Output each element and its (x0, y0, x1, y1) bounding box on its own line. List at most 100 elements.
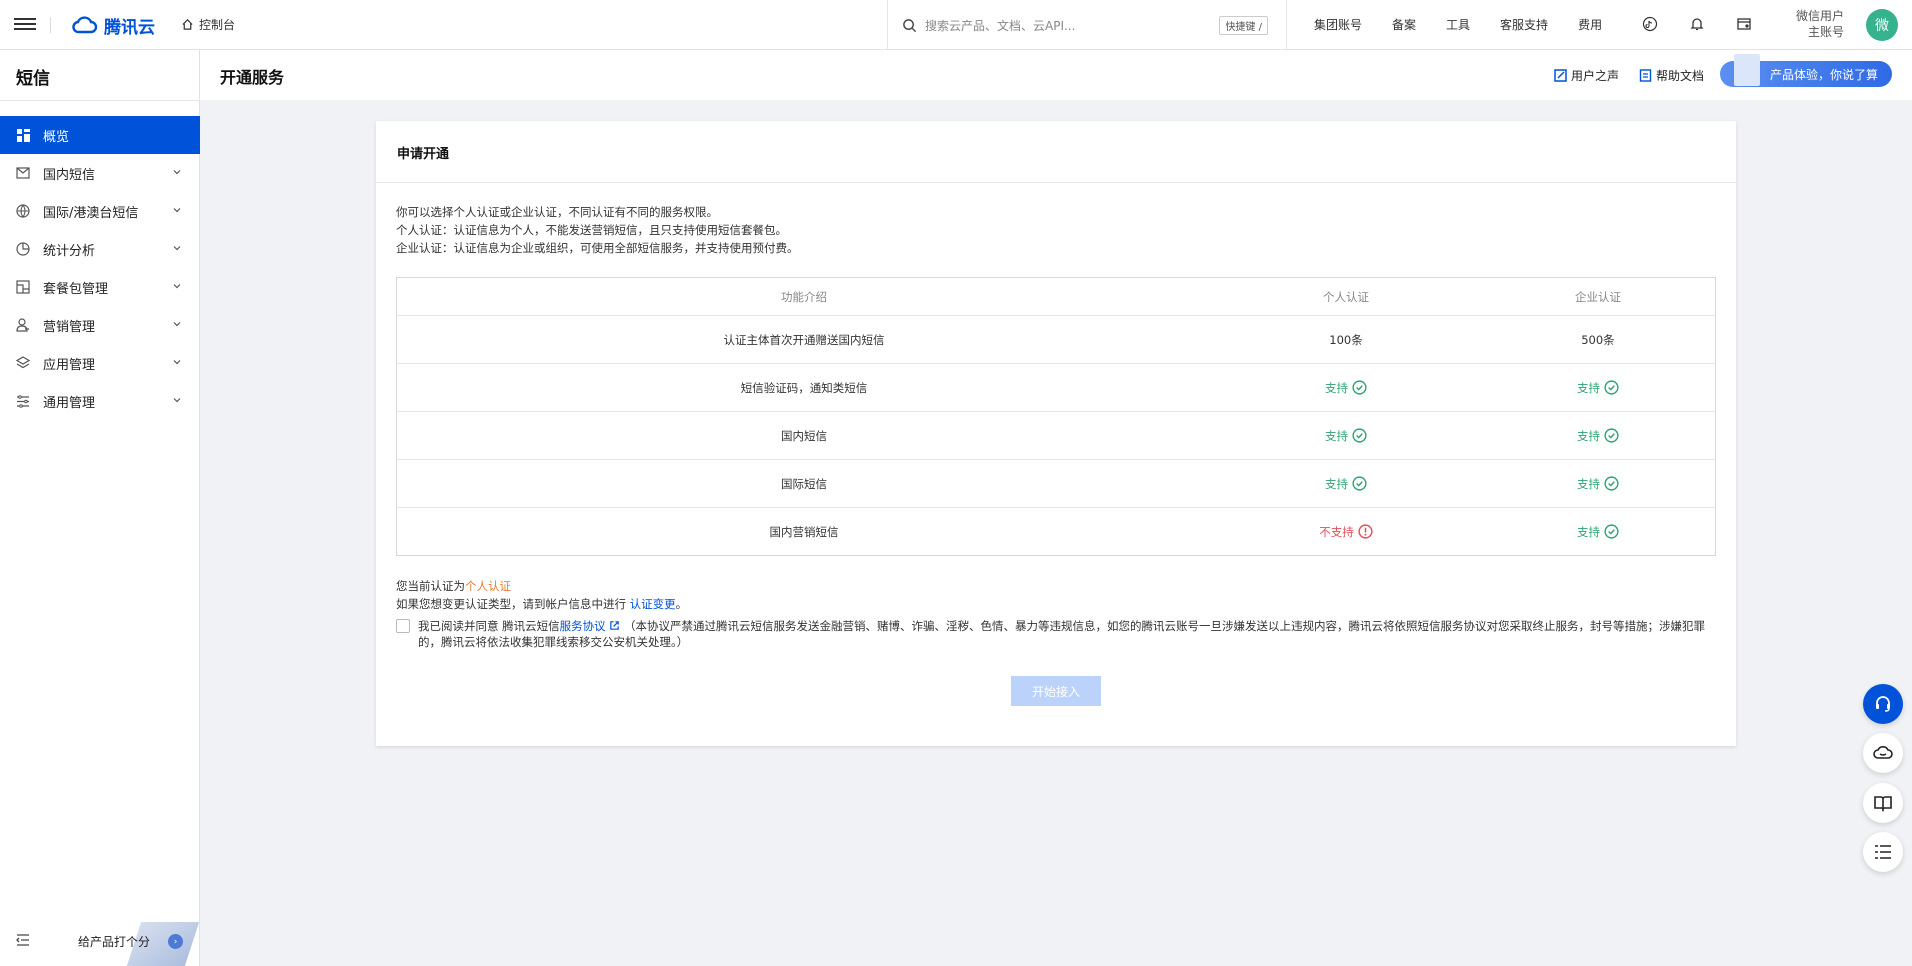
current-auth-type: 个人认证 (465, 579, 511, 593)
personal-cell: 不支持 (1211, 507, 1481, 556)
column-header: 个人认证 (1211, 277, 1481, 316)
divider (0, 100, 200, 101)
chevron-down-icon (173, 208, 181, 213)
change-auth-line: 如果您想变更认证类型，请到帐户信息中进行 认证变更。 (396, 595, 687, 613)
rating-arrow-icon[interactable]: › (168, 934, 183, 949)
console-link[interactable]: 控制台 (181, 16, 235, 33)
billing-link[interactable]: 费用 (1578, 16, 1602, 33)
apply-card: 申请开通 你可以选择个人认证或企业认证，不同认证有不同的服务权限。 个人认证：认… (376, 121, 1736, 746)
top-icons (1641, 15, 1753, 33)
user-voice-label: 用户之声 (1571, 69, 1620, 83)
chevron-down-icon (173, 398, 181, 403)
package-icon (16, 280, 30, 294)
document-icon (1639, 69, 1652, 82)
comparison-table: 功能介绍 个人认证 企业认证 认证主体首次开通赠送国内短信 100条 500条 … (396, 277, 1716, 556)
table-row: 认证主体首次开通赠送国内短信 100条 500条 (396, 315, 1716, 364)
table-header-row: 功能介绍 个人认证 企业认证 (396, 277, 1716, 316)
user-info[interactable]: 微信用户 主账号 (1790, 8, 1844, 40)
sidebar-item-domestic-sms[interactable]: 国内短信 (0, 154, 200, 192)
sidebar-item-label: 国内短信 (43, 167, 96, 183)
sidebar-item-general[interactable]: 通用管理 (0, 382, 200, 420)
status-text: 支持 (1576, 428, 1600, 443)
column-header: 企业认证 (1480, 277, 1716, 316)
sidebar-item-international-sms[interactable]: 国际/港澳台短信 (0, 192, 200, 230)
help-docs-label: 帮助文档 (1656, 69, 1705, 83)
personal-cell: 100条 (1211, 315, 1481, 364)
header-links: 用户之声 帮助文档 (1554, 67, 1704, 84)
sidebar-item-label: 营销管理 (43, 319, 96, 335)
tools-link[interactable]: 工具 (1446, 16, 1470, 33)
table-row: 国内短信 支持 支持 (396, 411, 1716, 460)
avatar[interactable]: 微 (1866, 9, 1898, 41)
external-link-icon[interactable] (609, 620, 620, 631)
sidebar-item-packages[interactable]: 套餐包管理 (0, 268, 200, 306)
check-circle-icon (1352, 476, 1367, 491)
status-text: 不支持 (1319, 524, 1354, 539)
rate-product-link[interactable]: 给产品打个分 (78, 933, 150, 950)
sidebar-item-label: 概览 (43, 129, 70, 145)
agreement-prefix: 我已阅读并同意 腾讯云短信 (418, 619, 560, 633)
sidebar-item-overview[interactable]: 概览 (0, 116, 200, 154)
agreement-checkbox[interactable] (396, 619, 410, 633)
chevron-down-icon (173, 322, 181, 327)
feature-cell: 短信验证码，通知类短信 (396, 363, 1212, 412)
sidebar-footer: 给产品打个分 › (0, 918, 200, 966)
page-header: 开通服务 用户之声 帮助文档 产品体验，你说了算 (200, 50, 1912, 100)
group-account-link[interactable]: 集团账号 (1314, 16, 1362, 33)
service-agreement-link[interactable]: 服务协议 (560, 619, 606, 633)
sidebar-item-label: 通用管理 (43, 395, 96, 411)
feature-cell: 认证主体首次开通赠送国内短信 (396, 315, 1212, 364)
status-text: 支持 (1576, 380, 1600, 395)
sidebar-item-label: 应用管理 (43, 357, 96, 373)
hamburger-menu-icon[interactable] (14, 15, 36, 35)
sidebar-item-statistics[interactable]: 统计分析 (0, 230, 200, 268)
sidebar: 短信 概览 国内短信 国际/港澳台短信 统计分析 套餐包管理 营销管理 应用管理… (0, 50, 200, 966)
collapse-sidebar-icon[interactable] (16, 934, 30, 946)
status-text: 支持 (1576, 524, 1600, 539)
auth-change-link[interactable]: 认证变更 (630, 597, 676, 611)
book-open-icon (1874, 796, 1892, 812)
cloud-assistant-button[interactable] (1863, 733, 1903, 773)
tiktok-icon[interactable] (1641, 15, 1659, 33)
start-access-button[interactable]: 开始接入 (1011, 676, 1101, 706)
filing-link[interactable]: 备案 (1392, 16, 1416, 33)
sidebar-item-marketing[interactable]: 营销管理 (0, 306, 200, 344)
check-circle-icon (1352, 428, 1367, 443)
user-voice-link[interactable]: 用户之声 (1554, 67, 1619, 84)
support-link[interactable]: 客服支持 (1500, 16, 1548, 33)
current-auth-prefix: 您当前认证为 (396, 579, 465, 593)
enterprise-cell: 支持 (1480, 411, 1716, 460)
sidebar-item-label: 套餐包管理 (43, 281, 109, 297)
sidebar-item-apps[interactable]: 应用管理 (0, 344, 200, 382)
customer-service-button[interactable] (1863, 684, 1903, 724)
settings-list-icon (16, 394, 30, 408)
more-tools-button[interactable] (1863, 832, 1903, 872)
divider (50, 17, 51, 33)
enterprise-cell: 500条 (1480, 315, 1716, 364)
check-circle-icon (1604, 428, 1619, 443)
desc-line: 个人认证：认证信息为个人，不能发送营销短信，且只支持使用短信套餐包。 (396, 223, 787, 237)
feature-cell: 国际短信 (396, 459, 1212, 508)
list-icon (1875, 845, 1891, 859)
global-search[interactable]: 搜索云产品、文档、云API... 快捷键 / (887, 0, 1287, 50)
pie-chart-icon (16, 242, 30, 256)
feature-cell: 国内营销短信 (396, 507, 1212, 556)
help-docs-link[interactable]: 帮助文档 (1639, 67, 1704, 84)
bell-icon[interactable] (1688, 15, 1706, 33)
ticket-icon[interactable] (1735, 15, 1753, 33)
status-text: 支持 (1325, 428, 1349, 443)
tencent-cloud-logo[interactable]: 腾讯云 (72, 13, 155, 38)
personal-cell: 支持 (1211, 411, 1481, 460)
personal-cell: 支持 (1211, 459, 1481, 508)
shortcut-hint: 快捷键 / (1219, 15, 1268, 35)
table-row: 短信验证码，通知类短信 支持 支持 (396, 363, 1716, 412)
headset-icon (1876, 696, 1890, 712)
feedback-illustration-icon (1734, 54, 1760, 86)
sidebar-title: 短信 (16, 69, 50, 89)
chevron-down-icon (173, 360, 181, 365)
check-circle-icon (1604, 524, 1619, 539)
status-text: 支持 (1325, 476, 1349, 491)
search-input[interactable]: 搜索云产品、文档、云API... (925, 17, 1211, 34)
table-row: 国内营销短信 不支持 支持 (396, 507, 1716, 556)
docs-button[interactable] (1863, 783, 1903, 823)
